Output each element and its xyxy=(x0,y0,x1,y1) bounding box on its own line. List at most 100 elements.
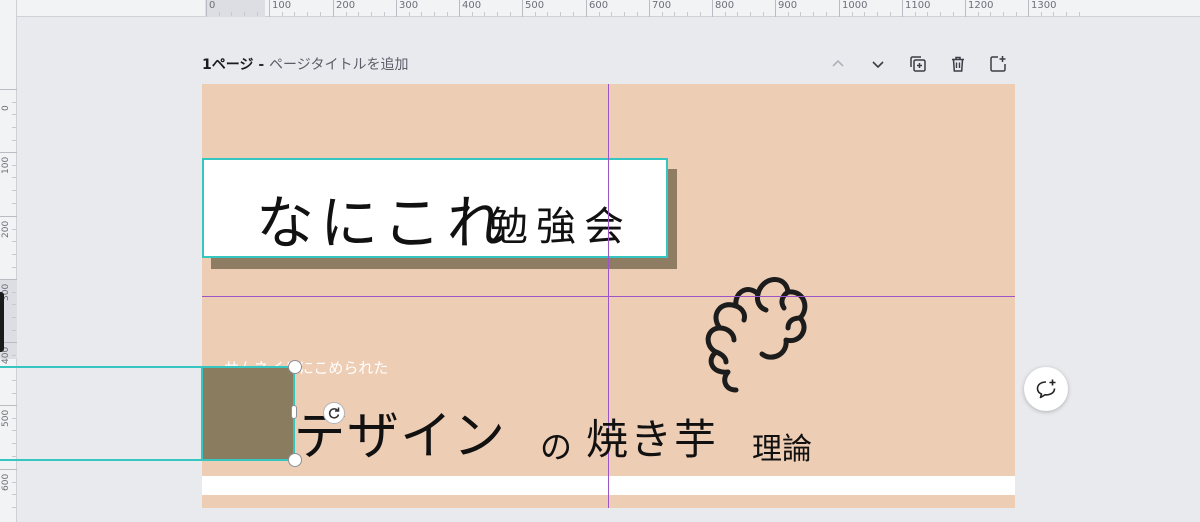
ruler-tick xyxy=(965,0,966,17)
page-title-separator: - xyxy=(253,57,270,73)
ruler-minor-tick xyxy=(371,12,372,16)
ruler-tick xyxy=(333,0,334,17)
ruler-minor-tick xyxy=(12,114,16,115)
ruler-tick xyxy=(459,0,460,17)
page-title[interactable]: 1ページ - ページタイトルを追加 xyxy=(202,54,408,74)
ruler-tick xyxy=(649,0,650,17)
move-page-down-button[interactable] xyxy=(866,52,890,76)
ruler-minor-tick xyxy=(890,12,891,16)
ruler-minor-tick xyxy=(12,507,16,508)
ruler-minor-tick xyxy=(700,12,701,16)
delete-page-button[interactable] xyxy=(946,52,970,76)
ruler-minor-tick xyxy=(12,430,16,431)
ruler-minor-tick xyxy=(864,12,865,16)
ruler-minor-tick xyxy=(611,12,612,16)
ruler-tick xyxy=(1028,0,1029,17)
resize-handle-top-right[interactable] xyxy=(288,360,302,374)
ruler-minor-tick xyxy=(12,229,16,230)
ruler-minor-tick xyxy=(244,12,245,16)
steam-cloud-illustration[interactable] xyxy=(676,262,811,397)
ruler-minor-tick xyxy=(990,12,991,16)
ruler-label: 1200 xyxy=(968,0,994,11)
ruler-minor-tick xyxy=(573,12,574,16)
ruler-minor-tick xyxy=(12,330,16,331)
chevron-up-icon xyxy=(832,59,844,67)
selection-border-left xyxy=(201,366,203,461)
selection-guide-bottom xyxy=(0,459,296,461)
ruler-label: 700 xyxy=(652,0,672,11)
ruler-corner xyxy=(0,0,17,17)
title-main-text[interactable]: なにこれ xyxy=(256,176,511,260)
ruler-label: 200 xyxy=(1,220,11,238)
ruler-minor-tick xyxy=(384,12,385,16)
resize-handle-bottom-right[interactable] xyxy=(288,453,302,467)
ruler-minor-tick xyxy=(547,12,548,16)
ruler-minor-tick xyxy=(940,12,941,16)
ruler-minor-tick xyxy=(674,12,675,16)
ruler-minor-tick xyxy=(915,12,916,16)
ruler-tick xyxy=(0,152,17,153)
add-comment-button[interactable] xyxy=(1024,367,1068,411)
ruler-label: 1300 xyxy=(1031,0,1057,11)
ruler-minor-tick xyxy=(358,12,359,16)
yakiimo-text[interactable]: 焼き芋 xyxy=(586,406,718,467)
ruler-minor-tick xyxy=(421,12,422,16)
ruler-tick xyxy=(839,0,840,17)
ruler-minor-tick xyxy=(1053,12,1054,16)
ruler-minor-tick xyxy=(12,177,16,178)
ruler-tick xyxy=(586,0,587,17)
ruler-minor-tick xyxy=(434,12,435,16)
top-ruler: 0 100 200 300 400 500 600 700 800 900 1000 1100 1200… xyxy=(0,0,1200,17)
ruler-minor-tick xyxy=(12,267,16,268)
ruler-minor-tick xyxy=(12,102,16,103)
ruler-minor-tick xyxy=(662,12,663,16)
riron-text[interactable]: 理論 xyxy=(752,424,812,468)
ruler-label: 500 xyxy=(1,409,11,427)
ruler-label: 800 xyxy=(715,0,735,11)
comment-add-icon xyxy=(1036,379,1056,399)
ruler-minor-tick xyxy=(12,254,16,255)
ruler-minor-tick xyxy=(320,12,321,16)
olive-rectangle[interactable] xyxy=(202,367,294,459)
resize-handle-right[interactable] xyxy=(291,405,297,419)
ruler-minor-tick xyxy=(231,12,232,16)
ruler-minor-tick xyxy=(510,12,511,16)
ruler-label: 0 xyxy=(1,105,11,111)
duplicate-page-button[interactable] xyxy=(906,52,930,76)
left-ruler: 0 100 200 300 400 500 600 xyxy=(0,17,17,522)
ruler-minor-tick xyxy=(447,12,448,16)
ruler-label: 100 xyxy=(272,0,292,11)
move-page-up-button[interactable] xyxy=(826,52,850,76)
ruler-minor-tick xyxy=(624,12,625,16)
ruler-minor-tick xyxy=(219,12,220,16)
horizontal-guide-line xyxy=(202,296,1015,297)
ruler-label: 100 xyxy=(1,156,11,174)
ruler-handle[interactable] xyxy=(0,292,4,352)
ruler-label: 1000 xyxy=(842,0,868,11)
ruler-minor-tick xyxy=(1016,12,1017,16)
duplicate-page-icon xyxy=(910,56,926,72)
ruler-minor-tick xyxy=(12,317,16,318)
no-text[interactable]: の xyxy=(540,422,572,468)
ruler-label: 900 xyxy=(778,0,798,11)
ruler-tick xyxy=(902,0,903,17)
ruler-label: 200 xyxy=(336,0,356,11)
ruler-tick xyxy=(269,0,270,17)
ruler-label: 600 xyxy=(1,473,11,491)
ruler-minor-tick xyxy=(282,12,283,16)
add-page-button[interactable] xyxy=(986,52,1010,76)
design-canvas[interactable]: なにこれ 勉強会 サムネイルにこめられた デザイン の 焼き芋 理論 xyxy=(202,84,1015,508)
ruler-minor-tick xyxy=(12,380,16,381)
ruler-tick xyxy=(206,0,207,17)
ruler-minor-tick xyxy=(927,12,928,16)
add-page-title-link[interactable]: ページタイトルを追加 xyxy=(269,57,408,73)
title-box[interactable]: なにこれ 勉強会 xyxy=(202,158,668,258)
ruler-minor-tick xyxy=(12,494,16,495)
ruler-minor-tick xyxy=(750,12,751,16)
rotate-button[interactable] xyxy=(323,402,345,424)
ruler-minor-tick xyxy=(763,12,764,16)
rotate-icon xyxy=(328,407,340,419)
ruler-minor-tick xyxy=(12,443,16,444)
title-sub-text[interactable]: 勉強会 xyxy=(488,194,632,252)
ruler-minor-tick xyxy=(12,127,16,128)
